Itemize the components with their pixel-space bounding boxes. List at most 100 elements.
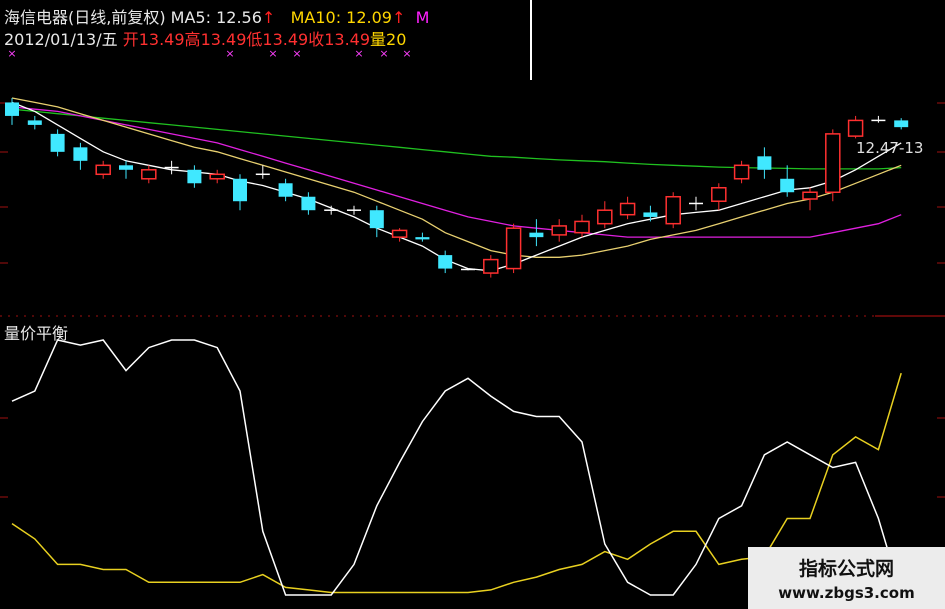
- high-value: 13.49: [200, 30, 247, 49]
- low-value: 13.49: [262, 30, 309, 49]
- candle-body-16: [369, 210, 384, 229]
- candle-12: [278, 178, 293, 202]
- indicator-title: 量价平衡: [4, 324, 69, 343]
- ma10-label: MA10:: [290, 8, 342, 27]
- candle-body-33: [757, 156, 772, 170]
- candle-5: [119, 160, 133, 179]
- candle-body-6: [141, 169, 157, 180]
- watermark-url: www.zbgs3.com: [778, 584, 915, 602]
- bar-date: 2012/01/13/五: [4, 30, 118, 49]
- candle-body-17: [391, 229, 408, 238]
- ohlc-readout: 2012/01/13/五 开13.49高13.49低13.49收13.49量20: [4, 26, 406, 50]
- candle-27: [619, 196, 636, 220]
- ma5-label: MA5:: [170, 8, 211, 27]
- last-price-label: 12.47-13: [856, 139, 924, 157]
- candle-23: [529, 219, 544, 247]
- candle-body-22: [505, 227, 522, 270]
- candle-31: [711, 183, 727, 211]
- candle-body-5: [119, 165, 133, 170]
- candle-body-26: [597, 209, 613, 225]
- candle-body-8: [187, 169, 202, 184]
- candle-body-2: [50, 133, 65, 152]
- ma5-up-arrow-icon: ↑: [261, 8, 276, 27]
- candle-body-13: [301, 196, 316, 211]
- candle-33: [757, 147, 772, 179]
- stock-name: 海信电器(日线,前复权): [4, 8, 166, 27]
- stock-chart-canvas[interactable]: × × × × × × ×: [0, 0, 945, 609]
- candle-body-9: [209, 173, 225, 180]
- candle-body-3: [73, 147, 88, 161]
- candle-body-4: [95, 164, 111, 176]
- candle-10: [233, 174, 247, 211]
- candle-body-23: [529, 232, 544, 238]
- candle-body-35: [802, 191, 818, 200]
- candle-body-31: [711, 187, 727, 202]
- candle-14: [324, 205, 339, 215]
- candle-21: [483, 255, 499, 278]
- candle-4: [95, 160, 111, 179]
- candle-6: [141, 165, 157, 184]
- candle-24: [551, 219, 567, 242]
- candle-18: [415, 232, 430, 242]
- volume-value: 20: [386, 30, 407, 49]
- candle-body-18: [415, 237, 430, 240]
- candle-38: [871, 115, 886, 123]
- header-divider: [530, 0, 532, 80]
- candle-body-0: [5, 102, 19, 116]
- candle-body-25: [574, 220, 590, 234]
- candle-body-24: [551, 225, 567, 236]
- candle-body-34: [780, 178, 795, 193]
- chart-gridlines: [0, 102, 945, 498]
- close-value: 13.49: [324, 30, 371, 49]
- candle-28: [643, 205, 658, 222]
- candle-body-12: [278, 183, 293, 197]
- low-label: 低: [246, 30, 263, 49]
- candle-20: [461, 268, 475, 271]
- candle-body-28: [643, 212, 658, 217]
- candle-body-36: [825, 133, 841, 193]
- candle-36: [825, 129, 841, 202]
- candle-body-21: [483, 258, 499, 274]
- open-value: 13.49: [138, 30, 185, 49]
- candle-7: [164, 160, 179, 175]
- candle-29: [665, 192, 681, 229]
- ma5-value: 12.56: [216, 8, 262, 27]
- candle-26: [597, 201, 613, 229]
- high-label: 高: [184, 30, 201, 49]
- candle-35: [802, 187, 818, 211]
- watermark-title: 指标公式网: [798, 558, 894, 580]
- candle-13: [301, 192, 316, 215]
- candle-body-10: [233, 178, 247, 202]
- candle-32: [733, 160, 750, 184]
- candle-body-39: [894, 120, 909, 128]
- candle-34: [780, 165, 795, 197]
- watermark-banner: 指标公式网 www.zbgs3.com: [748, 547, 945, 609]
- candle-15: [347, 205, 361, 215]
- candle-2: [50, 129, 65, 157]
- moving-average-lines: [11, 97, 902, 272]
- candle-body-27: [619, 202, 636, 216]
- candle-30: [689, 196, 703, 211]
- stock-header: 海信电器(日线,前复权) MA5: 12.56↑ MA10: 12.09↑ M: [4, 4, 429, 28]
- candle-22: [505, 223, 522, 274]
- ma10-value: 12.09: [346, 8, 392, 27]
- candle-19: [438, 250, 453, 274]
- ma5-line: [11, 101, 902, 272]
- candle-37: [847, 115, 864, 139]
- ma20-label: M: [415, 8, 430, 27]
- open-label: 开: [122, 30, 139, 49]
- candle-body-37: [847, 119, 864, 137]
- candle-body-29: [665, 195, 681, 225]
- candle-39: [894, 118, 909, 130]
- candle-8: [187, 165, 202, 188]
- candle-body-32: [733, 164, 750, 180]
- candlestick-series: [5, 97, 909, 278]
- candle-9: [209, 169, 225, 184]
- candle-16: [369, 205, 384, 238]
- candle-body-19: [438, 255, 453, 269]
- candle-body-1: [27, 120, 42, 125]
- candle-0: [5, 97, 19, 125]
- ma10-up-arrow-icon: ↑: [391, 8, 406, 27]
- close-label: 收: [308, 30, 325, 49]
- volume-label: 量: [370, 30, 387, 49]
